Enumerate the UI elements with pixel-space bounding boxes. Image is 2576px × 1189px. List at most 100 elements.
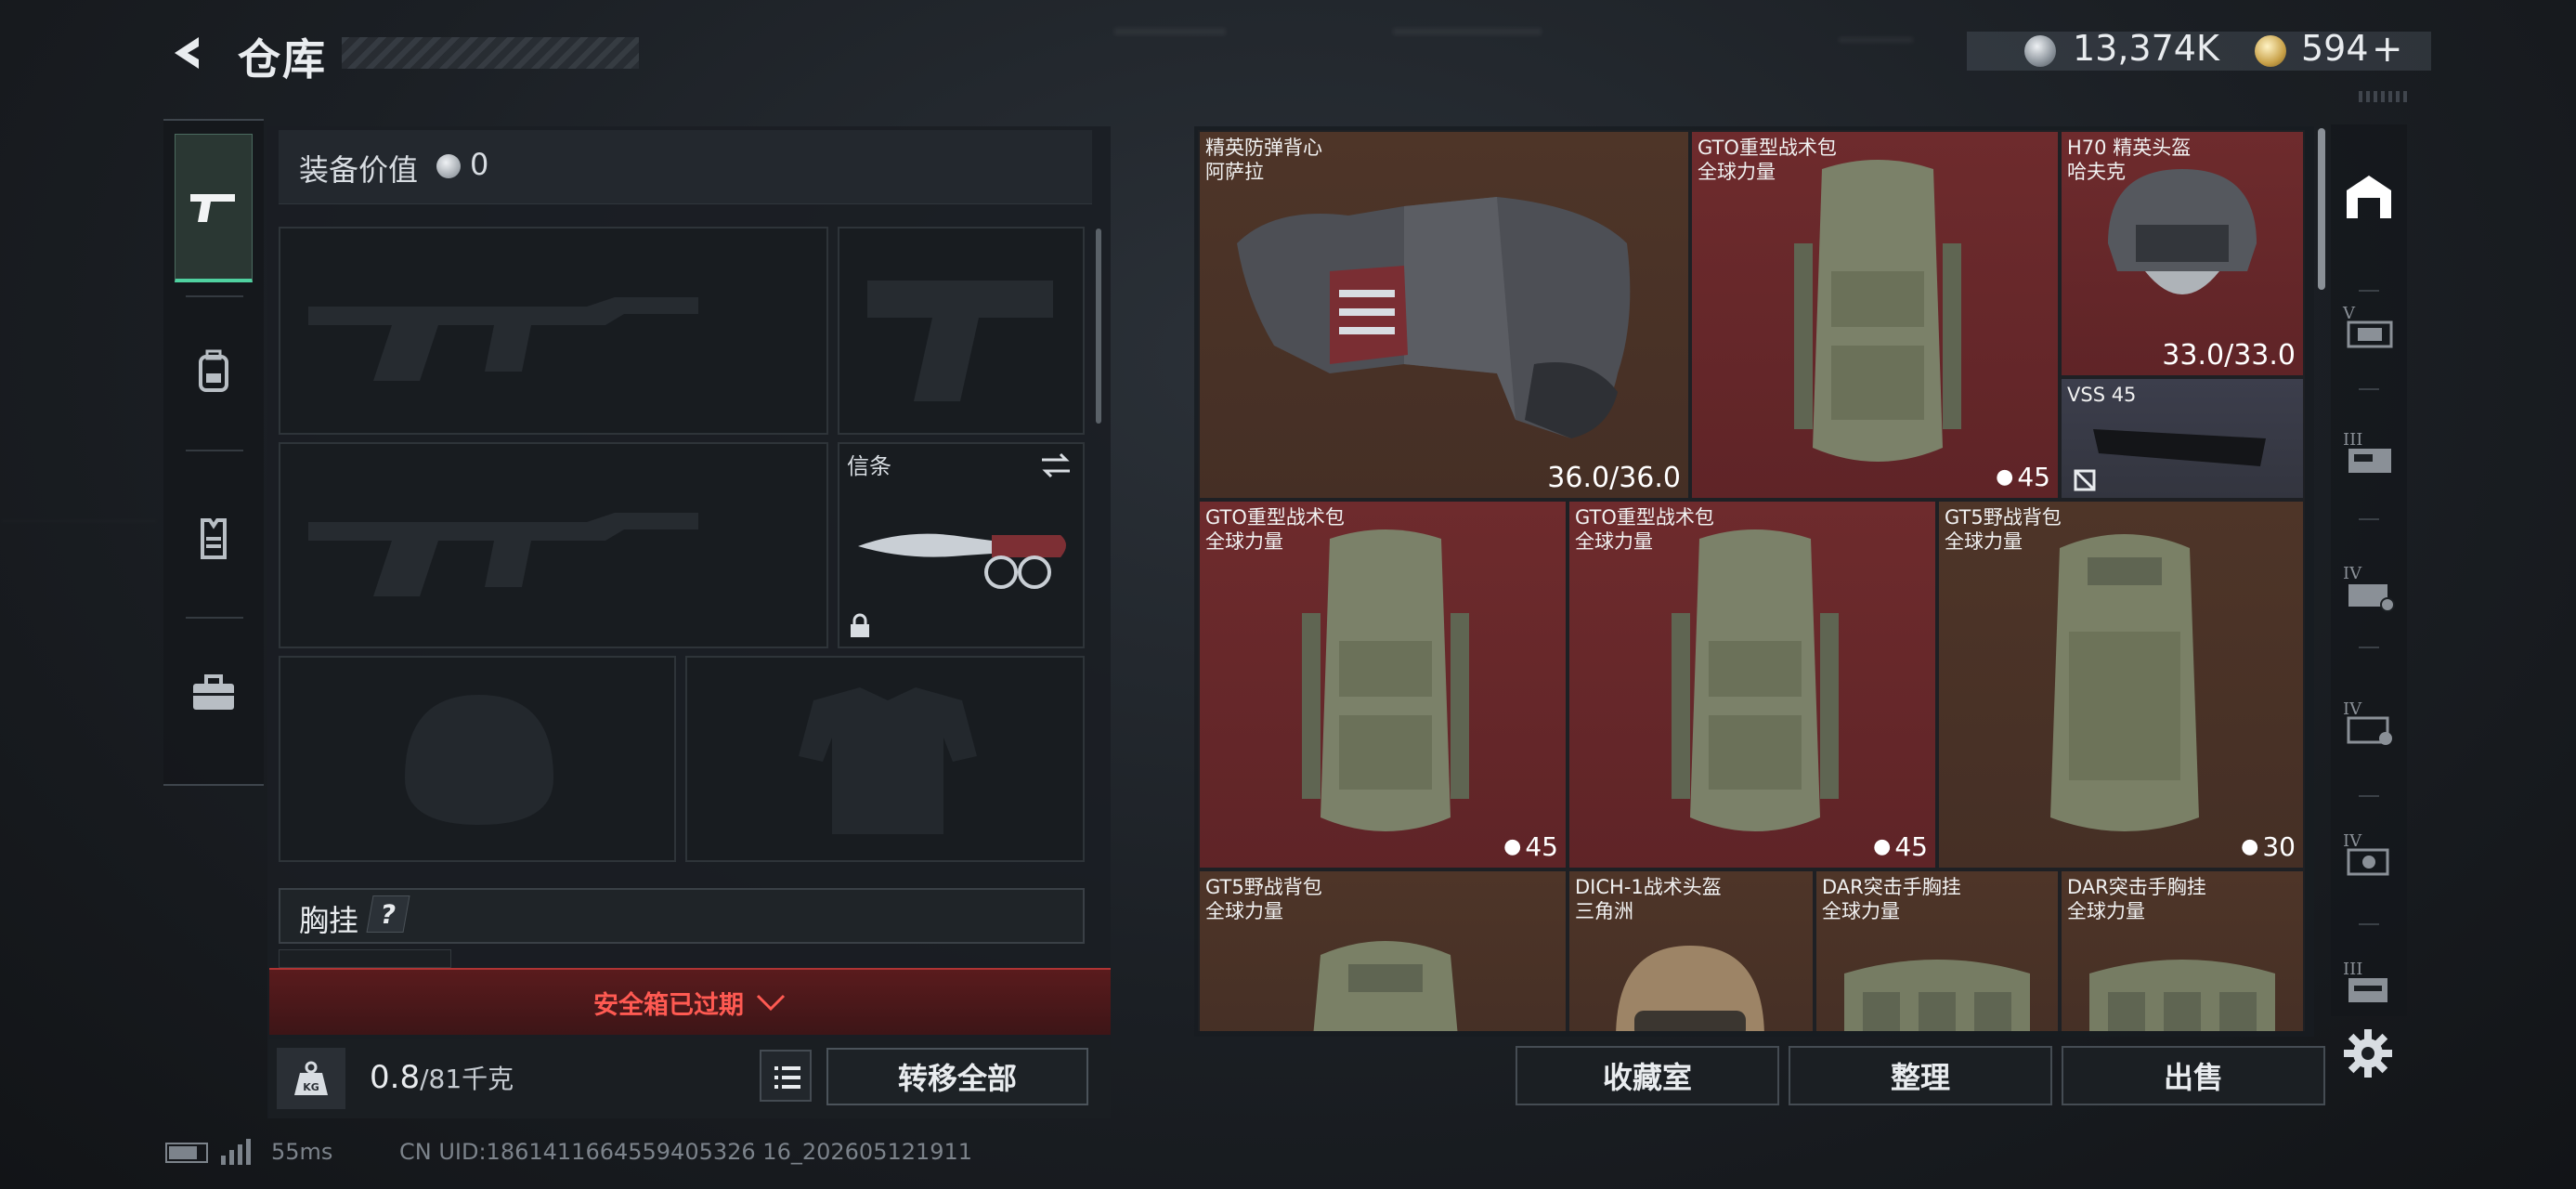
title-decoration: [342, 37, 639, 69]
rifle-silhouette-icon: [308, 297, 698, 381]
equipment-scrollbar[interactable]: [1096, 229, 1101, 424]
item-dar-chest-rig[interactable]: DAR突击手胸挂 全球力量: [2060, 869, 2305, 1031]
key-case-tab[interactable]: IV: [2340, 555, 2398, 621]
rifle-silhouette-icon: [308, 513, 698, 596]
knife-icon: [858, 533, 1066, 589]
currency-silver-amount: 13,374K: [2073, 28, 2219, 69]
storage-main-tab[interactable]: [2340, 163, 2398, 229]
item-gt5-pack[interactable]: GT5野战背包 全球力量: [1198, 869, 1568, 1031]
page-title: 仓库: [238, 34, 327, 85]
item-gto-pack[interactable]: GTO重型战术包 全球力量 ● 45: [1198, 500, 1568, 869]
item-durability: 33.0/33.0: [2162, 339, 2296, 372]
item-elite-vest[interactable]: 精英防弹背心 阿萨拉 36.0/36.0: [1198, 130, 1690, 500]
add-currency-button[interactable]: +: [2372, 28, 2403, 71]
secure-case-expired-banner[interactable]: 安全箱已过期: [269, 968, 1111, 1035]
storage-icon: [2347, 176, 2391, 218]
helmet-icon: [2108, 169, 2257, 294]
chest-rig-label: 胸挂: [299, 903, 359, 938]
item-vss-magazine[interactable]: VSS 45: [2060, 377, 2305, 500]
toolbox-icon: [193, 674, 234, 710]
ammo-case-tab[interactable]: IV: [2340, 691, 2398, 756]
help-button[interactable]: ?: [366, 895, 410, 933]
secondary-weapon-slot[interactable]: [279, 442, 828, 648]
melee-slot[interactable]: 信条: [838, 442, 1085, 648]
backpack-icon: [1302, 529, 1469, 831]
nav-vest[interactable]: [175, 464, 253, 613]
battery-icon: [165, 1143, 208, 1163]
item-capacity: ● 30: [2241, 831, 2296, 862]
medical-case-tab[interactable]: III: [2340, 422, 2398, 487]
vest-icon: [201, 518, 227, 559]
nav-toolbox[interactable]: [175, 619, 253, 767]
back-button[interactable]: [165, 32, 208, 74]
decoration: [2359, 91, 2411, 102]
alert-text: 安全箱已过期: [593, 990, 744, 1020]
organize-button[interactable]: 整理: [1789, 1046, 2052, 1105]
item-capacity: ● 45: [1873, 831, 1928, 862]
storage-grid: 精英防弹背心 阿萨拉 36.0/36.0 GTO重型战术包 全球力量 ● 45 H70…: [1198, 130, 2305, 1031]
pistol-silhouette-icon: [867, 281, 1053, 401]
svg-text:V: V: [2342, 304, 2356, 323]
item-dar-chest-rig[interactable]: DAR突击手胸挂 全球力量: [1815, 869, 2060, 1031]
item-dich1-helmet[interactable]: DICH-1战术头盔 三角洲: [1568, 869, 1815, 1031]
equipment-value: 0: [470, 147, 489, 182]
gear-icon: [2344, 1029, 2392, 1078]
weight-icon: KG: [294, 1061, 328, 1095]
parts-case-icon: IV: [2343, 831, 2389, 876]
primary-weapon-slot[interactable]: [279, 227, 828, 435]
svg-text:III: III: [2343, 430, 2362, 450]
medical-case-icon: III: [2343, 430, 2391, 473]
sell-button[interactable]: 出售: [2062, 1046, 2325, 1105]
item-capacity: ● 45: [1996, 462, 2050, 492]
helmet-icon: [1616, 946, 1764, 1031]
ammo-case-icon: IV: [2343, 699, 2392, 745]
nav-weapons[interactable]: [175, 134, 253, 282]
item-h70-helmet[interactable]: H70 精英头盔 哈夫克 33.0/33.0: [2060, 130, 2305, 377]
svg-text:IV: IV: [2343, 831, 2362, 851]
item-gt5-pack[interactable]: GT5野战背包 全球力量 ● 30: [1937, 500, 2305, 869]
item-gto-pack[interactable]: GTO重型战术包 全球力量 ● 45: [1690, 130, 2060, 500]
pistol-icon: [190, 193, 235, 222]
helmet-silhouette-icon: [405, 695, 553, 825]
tool-case-icon: III: [2343, 960, 2387, 1002]
backpack-icon: [199, 349, 228, 392]
armor-slot[interactable]: [685, 656, 1085, 862]
item-durability: 36.0/36.0: [1547, 462, 1681, 494]
lock-icon: [851, 613, 869, 637]
item-capacity: ● 45: [1503, 831, 1558, 862]
magazine-icon: [2093, 429, 2266, 466]
settings-button[interactable]: [2340, 1026, 2396, 1081]
storage-scrollbar[interactable]: [2318, 128, 2325, 290]
helmet-slot[interactable]: [279, 656, 676, 862]
key-case-icon: IV: [2343, 564, 2395, 612]
swap-icon[interactable]: [1038, 451, 1073, 479]
tool-case-tab[interactable]: III: [2340, 951, 2398, 1016]
backpack-icon: [2050, 534, 2199, 831]
ping-text: 55ms: [271, 1139, 333, 1165]
backpack-icon: [1313, 941, 1458, 1031]
list-view-button[interactable]: [760, 1050, 812, 1102]
svg-text:IV: IV: [2343, 699, 2362, 719]
collection-room-button[interactable]: 收藏室: [1516, 1046, 1779, 1105]
weapon-case-tab[interactable]: V: [2340, 295, 2398, 360]
gold-coin-icon: [2255, 35, 2286, 67]
back-arrow-icon: [175, 37, 199, 69]
svg-text:III: III: [2343, 960, 2362, 979]
parts-case-tab[interactable]: IV: [2340, 823, 2398, 888]
capacity-icon: ●: [2241, 835, 2259, 858]
chest-rig-icon: [2089, 960, 2275, 1031]
capacity-icon: ●: [1996, 465, 2014, 489]
signal-icon: [219, 1139, 256, 1169]
weapon-case-icon: V: [2342, 304, 2393, 348]
pistol-slot[interactable]: [838, 227, 1085, 435]
transfer-all-button[interactable]: 转移全部: [826, 1048, 1088, 1105]
equipment-value-label: 装备价值: [299, 152, 419, 188]
armor-vest-icon: [1237, 197, 1631, 438]
capacity-icon: ●: [1503, 835, 1522, 858]
melee-slot-label: 信条: [847, 453, 891, 479]
backpack-icon: [1794, 160, 1961, 462]
list-icon: [774, 1066, 800, 1089]
item-gto-pack[interactable]: GTO重型战术包 全球力量 ● 45: [1568, 500, 1937, 869]
capacity-icon: ●: [1873, 835, 1892, 858]
nav-backpack[interactable]: [175, 297, 253, 446]
